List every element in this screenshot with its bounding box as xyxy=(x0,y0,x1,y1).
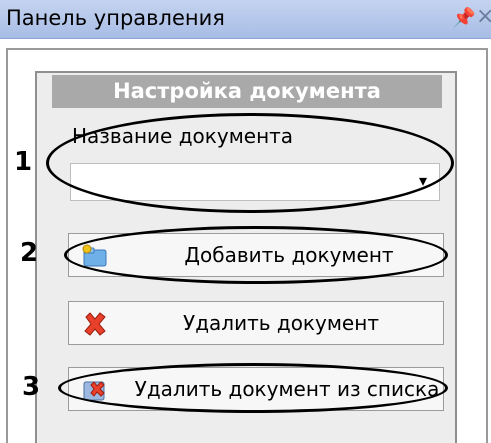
close-icon[interactable]: × xyxy=(476,4,491,29)
panel-titlebar: Панель управления 📌 × xyxy=(0,0,491,39)
callout-oval-3 xyxy=(58,363,448,413)
callout-oval-1 xyxy=(46,113,454,213)
callout-number-3: 3 xyxy=(22,372,41,402)
panel-title: Панель управления xyxy=(6,6,225,30)
delete-document-label: Удалить документ xyxy=(183,311,379,335)
callout-number-2: 2 xyxy=(20,238,39,268)
callout-oval-2 xyxy=(64,226,448,284)
callout-number-1: 1 xyxy=(14,147,33,177)
pin-icon[interactable]: 📌 xyxy=(452,6,476,29)
group-header: Настройка документа xyxy=(52,75,442,108)
delete-document-button[interactable]: Удалить документ xyxy=(68,301,444,345)
